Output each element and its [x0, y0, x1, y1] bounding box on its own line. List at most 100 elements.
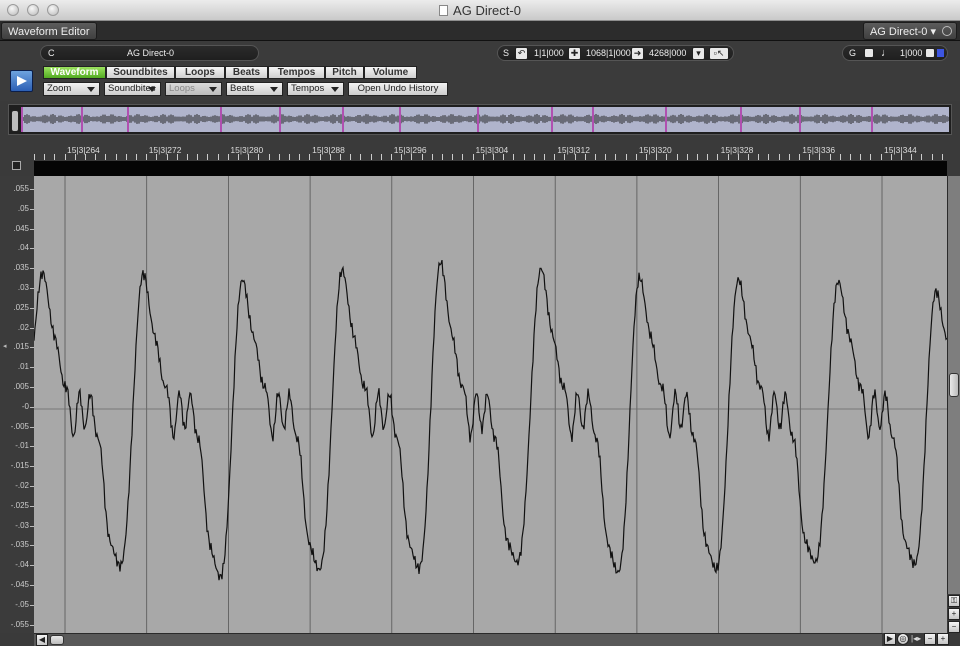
- ruler-tick: [493, 154, 494, 160]
- cursor-tool-icon[interactable]: ▫↖: [709, 47, 729, 60]
- y-tick-label: .03: [17, 283, 29, 292]
- ruler-settings-icon[interactable]: [12, 161, 21, 170]
- return-icon[interactable]: ↶: [515, 47, 528, 60]
- zoom-arrows-icon[interactable]: |◂▸: [911, 634, 921, 643]
- open-undo-history-button[interactable]: Open Undo History: [348, 82, 448, 96]
- tab-beats[interactable]: Beats: [225, 66, 268, 79]
- ruler-tick: [289, 154, 290, 160]
- overview-clip[interactable]: [81, 107, 127, 132]
- ruler-tick: [258, 154, 260, 160]
- plus-icon[interactable]: ✚: [568, 47, 581, 60]
- end-time[interactable]: 4268|000: [649, 46, 686, 60]
- y-tick-label: .015: [13, 342, 29, 352]
- zoom-dropdown[interactable]: Zoom: [43, 82, 100, 96]
- ruler-tick: [890, 154, 892, 160]
- overview-waveform: [479, 114, 551, 124]
- y-tick-label: -.015: [10, 461, 29, 471]
- y-tick-label: .04: [17, 243, 29, 253]
- grid-toggle-icon[interactable]: [925, 48, 935, 58]
- vertical-zoom-in-button[interactable]: +: [948, 608, 960, 620]
- tempos-dropdown[interactable]: Tempos: [287, 82, 344, 96]
- lock-icon[interactable]: ⚿: [948, 595, 960, 607]
- overview-clip[interactable]: [799, 107, 871, 132]
- ruler-tick: [146, 154, 148, 160]
- ruler-tick: [513, 154, 515, 160]
- vertical-scroll-thumb[interactable]: [949, 373, 959, 397]
- blue-square-icon: [937, 49, 944, 57]
- overview-clip[interactable]: [342, 107, 399, 132]
- horizontal-zoom-in-button[interactable]: +: [937, 633, 949, 645]
- soundbites-dropdown[interactable]: Soundbites: [104, 82, 161, 96]
- overview-strip[interactable]: [8, 104, 952, 135]
- ruler-tick: [584, 154, 586, 160]
- y-tick-label: .01: [17, 362, 29, 372]
- ruler-tick: [860, 154, 862, 160]
- tab-waveform[interactable]: Waveform: [43, 66, 106, 79]
- zoom-fit-icon[interactable]: ◎: [897, 633, 909, 645]
- ruler-tick: [299, 154, 301, 160]
- window-titlebar: AG Direct-0: [0, 0, 960, 21]
- ruler-tick: [238, 154, 239, 160]
- grid-checkbox[interactable]: [864, 48, 874, 58]
- tab-tempos[interactable]: Tempos: [268, 66, 325, 79]
- horizontal-scrollbar[interactable]: ◀: [34, 633, 882, 646]
- ruler-tick: [278, 154, 280, 160]
- ruler-tick: [574, 154, 576, 160]
- tab-waveform-editor[interactable]: Waveform Editor: [1, 22, 97, 40]
- tab-loops[interactable]: Loops: [175, 66, 225, 79]
- editor-tabbar: Waveform Editor AG Direct-0 ▾: [0, 21, 960, 41]
- y-tick-label: -.02: [15, 481, 29, 490]
- overview-clip[interactable]: [592, 107, 665, 132]
- ruler-tick: [360, 154, 362, 160]
- ruler-tick: [799, 154, 800, 160]
- overview-clip[interactable]: [740, 107, 799, 132]
- grid-value[interactable]: 1|000: [900, 46, 922, 60]
- play-button[interactable]: [10, 70, 33, 92]
- overview-waveform: [401, 114, 477, 124]
- ruler-tick: [656, 154, 658, 160]
- document-icon: [439, 5, 449, 16]
- track-select-menu[interactable]: AG Direct-0 ▾: [862, 22, 957, 40]
- scroll-right-arrow-icon[interactable]: ▶: [884, 633, 896, 645]
- ruler-tick: [544, 154, 545, 160]
- horizontal-zoom-controls: ▶ ◎ |◂▸ − +: [882, 633, 960, 646]
- overview-clip[interactable]: [279, 107, 342, 132]
- ruler-tick: [676, 154, 678, 160]
- arrow-right-icon[interactable]: ➜: [631, 47, 644, 60]
- chevron-down-icon[interactable]: ▾: [692, 47, 705, 60]
- amplitude-axis: .055 .05 .045 .04 .035 .03 .025 .02 .015 .01 .005 -…: [0, 176, 34, 633]
- overview-handle[interactable]: [11, 110, 19, 132]
- overview-clip[interactable]: [665, 107, 740, 132]
- time-range-display: S ↶ 1|1|000 ✚ 1068|1|000 ➜ 4268|000 ▾ ▫↖: [497, 45, 734, 61]
- waveform-display[interactable]: [34, 176, 947, 633]
- mid-time[interactable]: 1068|1|000: [586, 46, 631, 60]
- ruler-tick: [431, 154, 433, 160]
- ruler-tick: [697, 154, 698, 160]
- horizontal-scroll-thumb[interactable]: [50, 635, 64, 645]
- ruler-tick: [472, 154, 474, 160]
- beats-dropdown[interactable]: Beats: [226, 82, 283, 96]
- y-tick-label: .055: [13, 184, 29, 193]
- clip-name-field[interactable]: C AG Direct-0: [40, 45, 259, 61]
- overview-clip[interactable]: [477, 107, 551, 132]
- ruler-tick: [187, 154, 188, 160]
- overview-clip[interactable]: [551, 107, 592, 132]
- y-tick-label: -.05: [15, 599, 29, 609]
- vertical-zoom-out-button[interactable]: −: [948, 621, 960, 633]
- overview-clip[interactable]: [127, 107, 220, 132]
- vertical-scrollbar[interactable]: [947, 176, 960, 594]
- start-time[interactable]: 1|1|000: [534, 46, 564, 60]
- tab-pitch[interactable]: Pitch: [325, 66, 364, 79]
- tab-soundbites[interactable]: Soundbites: [106, 66, 175, 79]
- overview-clip[interactable]: [220, 107, 279, 132]
- overview-clip[interactable]: [399, 107, 477, 132]
- overview-clip[interactable]: [21, 107, 81, 132]
- scroll-left-arrow-icon[interactable]: ◀: [36, 634, 48, 646]
- ruler-tick: [329, 154, 331, 160]
- tab-volume[interactable]: Volume: [364, 66, 417, 79]
- overview-clip[interactable]: [871, 107, 949, 132]
- overview-waveform: [553, 114, 592, 124]
- ruler-tick: [727, 154, 729, 160]
- horizontal-zoom-out-button[interactable]: −: [924, 633, 936, 645]
- ruler-tick: [686, 154, 688, 160]
